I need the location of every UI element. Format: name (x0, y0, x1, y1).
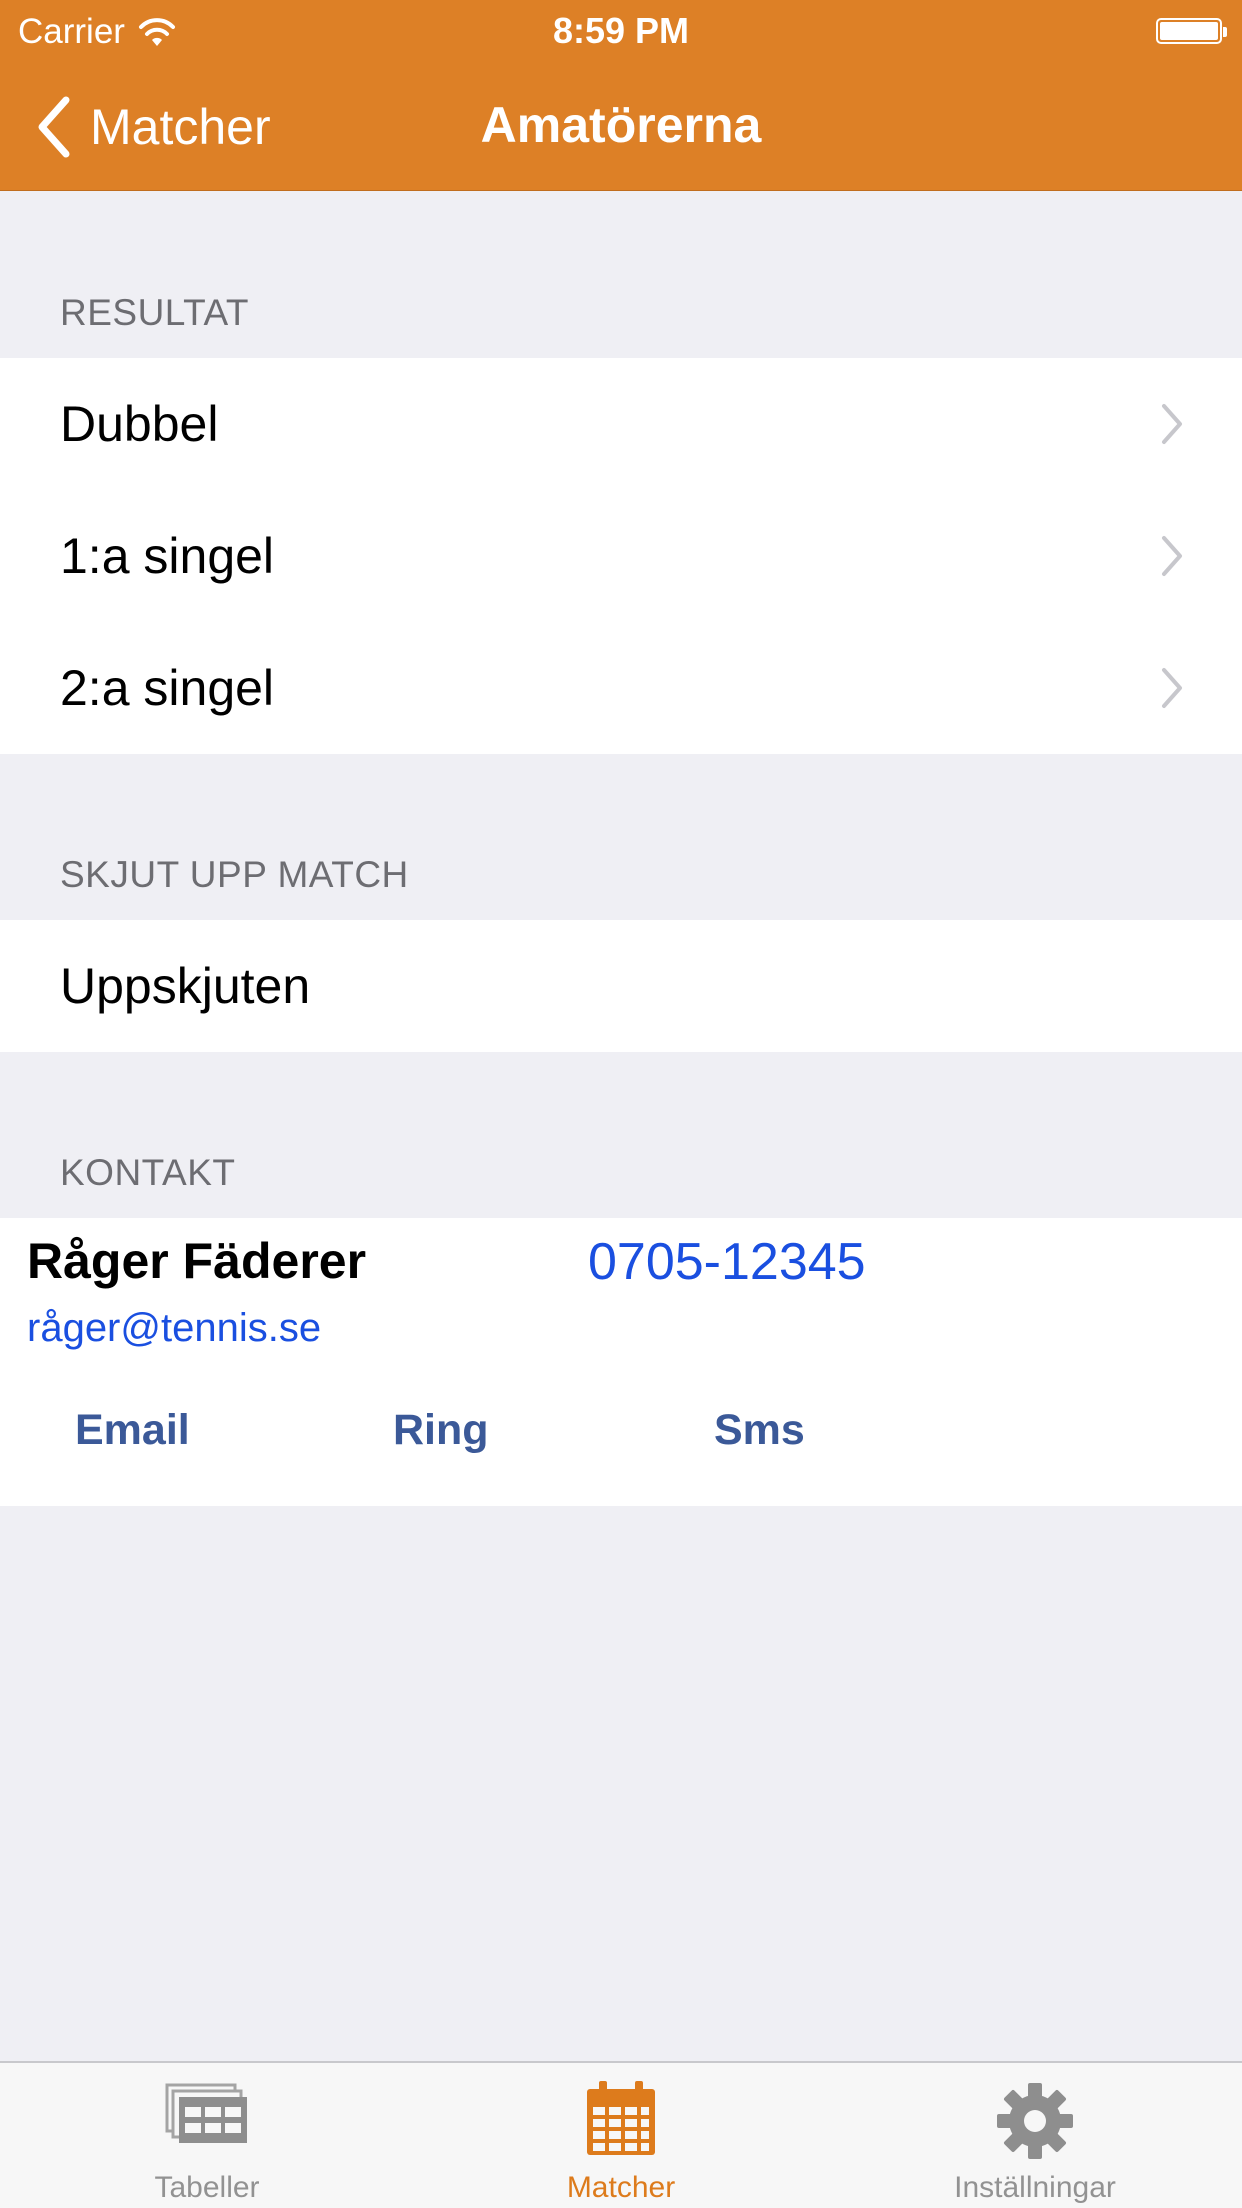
tab-label: Matcher (566, 2171, 676, 2204)
resultat-group: Dubbel 1:a singel 2:a singel (0, 358, 1242, 754)
section-header-kontakt: KONTAKT (60, 1152, 236, 1193)
result-row-label: 1:a singel (60, 528, 275, 584)
ring-button[interactable]: Ring (393, 1406, 489, 1455)
contact-phone-link[interactable]: 0705-12345 (588, 1232, 866, 1292)
chevron-right-icon (1162, 668, 1182, 708)
tab-matcher[interactable]: Matcher (414, 2063, 828, 2208)
result-row-singel-2[interactable]: 2:a singel (0, 622, 1242, 754)
table-icon (165, 2083, 247, 2143)
tab-bar: Tabeller Matcher Inställningar (0, 2061, 1242, 2208)
calendar-icon (587, 2081, 655, 2155)
contact-email-link[interactable]: råger@tennis.se (27, 1306, 321, 1351)
uppskjuten-label: Uppskjuten (60, 958, 311, 1014)
contact-name: Råger Fäderer (27, 1233, 367, 1289)
skjut-upp-group: Uppskjuten (0, 920, 1242, 1052)
uppskjuten-row[interactable]: Uppskjuten (0, 920, 1242, 1052)
screen: Carrier 8:59 PM Matcher Amatörerna RESUL… (0, 0, 1242, 2208)
tab-installningar[interactable]: Inställningar (828, 2063, 1242, 2208)
battery-icon (1156, 18, 1227, 44)
page-title: Amatörerna (480, 97, 762, 153)
status-time: 8:59 PM (552, 10, 690, 51)
section-header-resultat: RESULTAT (60, 292, 250, 333)
chevron-right-icon (1162, 404, 1182, 444)
tab-label: Inställningar (954, 2171, 1116, 2204)
email-button[interactable]: Email (75, 1406, 190, 1455)
result-row-singel-1[interactable]: 1:a singel (0, 490, 1242, 622)
chevron-right-icon (1162, 536, 1182, 576)
tab-label: Tabeller (154, 2171, 260, 2204)
sms-button[interactable]: Sms (714, 1406, 805, 1455)
result-row-dubbel[interactable]: Dubbel (0, 358, 1242, 490)
section-header-skjut-upp: SKJUT UPP MATCH (60, 854, 409, 895)
gear-icon (997, 2083, 1073, 2159)
result-row-label: Dubbel (60, 396, 219, 452)
tab-tabeller[interactable]: Tabeller (0, 2063, 414, 2208)
result-row-label: 2:a singel (60, 660, 275, 716)
navigation-bar: Carrier 8:59 PM Matcher Amatörerna (0, 0, 1242, 191)
